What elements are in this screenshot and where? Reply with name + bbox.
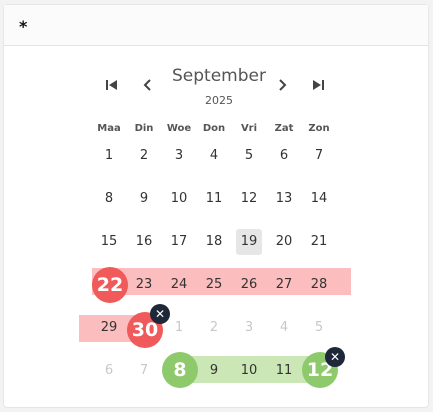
chevron-left-icon [143,79,151,91]
weekday-header: Don [202,123,226,134]
calendar-day[interactable]: 7 [302,142,336,170]
month-label: September [172,66,266,86]
year-label: 2025 [205,94,233,107]
weekday-header: Maa [97,123,121,134]
weekday-header: Zat [274,123,294,134]
calendar-day[interactable]: 9 [197,357,231,385]
outside-month-day: 4 [279,320,289,335]
skip-to-last-icon [313,80,324,90]
calendar-day[interactable]: 25 [197,271,231,299]
calendar-day[interactable]: 21 [302,228,336,256]
required-marker: * [19,17,28,36]
calendar-day[interactable]: 15 [92,228,126,256]
calendar-day[interactable]: 6 [267,142,301,170]
calendar-day[interactable]: 4 [197,142,231,170]
calendar-day[interactable]: 24 [162,271,196,299]
weekday-header: Vri [240,123,258,134]
calendar-day[interactable]: 28 [302,271,336,299]
next-month-button[interactable] [270,72,296,98]
calendar-day[interactable]: 5 [232,142,266,170]
calendar-day[interactable]: 29 [92,314,126,342]
calendar-day[interactable]: 11 [197,185,231,213]
calendar-day[interactable]: 2 [127,142,161,170]
calendar-day[interactable]: 20 [267,228,301,256]
skip-to-first-icon [106,80,117,90]
calendar-day[interactable]: 26 [232,271,266,299]
previous-month-button[interactable] [134,72,160,98]
calendar-day[interactable]: 8 [92,185,126,213]
outside-month-day: 7 [139,363,149,378]
outside-month-day: 3 [244,320,254,335]
calendar-day[interactable]: 17 [162,228,196,256]
range-start-day[interactable]: 8 [162,352,198,388]
calendar-day[interactable]: 18 [197,228,231,256]
range-start-day[interactable]: 22 [92,267,128,303]
calendar-day[interactable]: 9 [127,185,161,213]
calendar-day[interactable]: 11 [267,357,301,385]
calendar-day[interactable]: 10 [162,185,196,213]
outside-month-day: 2 [209,320,219,335]
calendar-day[interactable]: 10 [232,357,266,385]
outside-month-day: 6 [104,363,114,378]
calendar-day[interactable]: 13 [267,185,301,213]
calendar-day[interactable]: 12 [232,185,266,213]
remove-range-button[interactable]: ✕ [325,347,345,367]
weekday-header: Zon [308,123,330,134]
date-range-picker: * September 2025 Maa Din Woe Don Vri Zat Zon 1… [3,4,429,408]
calendar-day[interactable]: 23 [127,271,161,299]
close-icon: ✕ [329,350,341,364]
remove-range-button[interactable]: ✕ [150,304,170,324]
weekday-header: Woe [166,123,192,134]
field-header[interactable]: * [4,5,428,46]
today-day[interactable]: 19 [236,229,262,255]
weekday-header: Din [134,123,154,134]
chevron-right-icon [279,79,287,91]
calendar-day[interactable]: 16 [127,228,161,256]
last-month-button[interactable] [305,72,331,98]
calendar-day[interactable]: 3 [162,142,196,170]
outside-month-day: 5 [314,320,324,335]
calendar-day[interactable]: 14 [302,185,336,213]
calendar-day[interactable]: 1 [92,142,126,170]
calendar-day[interactable]: 27 [267,271,301,299]
close-icon: ✕ [154,307,166,321]
first-month-button[interactable] [99,72,125,98]
